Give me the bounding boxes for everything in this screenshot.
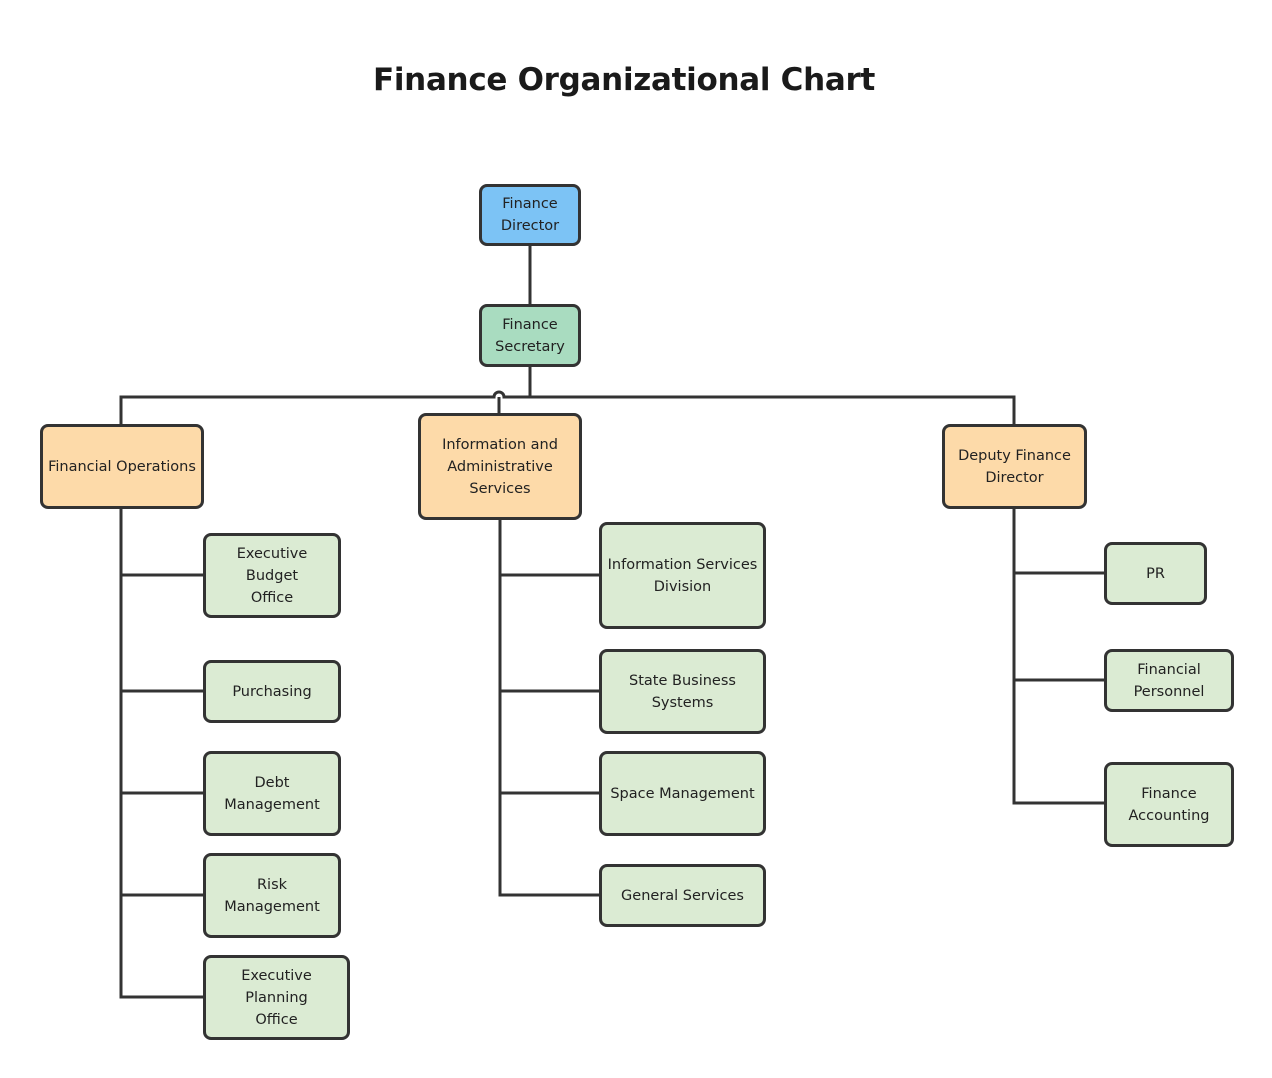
node-executive-budget-office[interactable]: Executive Budget Office	[203, 533, 341, 618]
node-finance-director[interactable]: Finance Director	[479, 184, 581, 246]
node-pr[interactable]: PR	[1104, 542, 1207, 605]
connector-deputy-trunk	[1012, 507, 1106, 805]
node-risk-management[interactable]: Risk Management	[203, 853, 341, 938]
node-information-services-division[interactable]: Information Services Division	[599, 522, 766, 629]
node-space-management[interactable]: Space Management	[599, 751, 766, 836]
node-state-business-systems[interactable]: State Business Systems	[599, 649, 766, 734]
node-debt-management[interactable]: Debt Management	[203, 751, 341, 836]
node-general-services[interactable]: General Services	[599, 864, 766, 927]
node-purchasing[interactable]: Purchasing	[203, 660, 341, 723]
node-executive-planning-office[interactable]: Executive Planning Office	[203, 955, 350, 1040]
node-financial-personnel[interactable]: Financial Personnel	[1104, 649, 1234, 712]
node-financial-operations[interactable]: Financial Operations	[40, 424, 204, 509]
node-deputy-finance-director[interactable]: Deputy Finance Director	[942, 424, 1087, 509]
connector-finops-trunk	[119, 507, 205, 999]
node-information-administrative-services[interactable]: Information and Administrative Services	[418, 413, 582, 520]
node-finance-accounting[interactable]: Finance Accounting	[1104, 762, 1234, 847]
node-finance-secretary[interactable]: Finance Secretary	[479, 304, 581, 367]
